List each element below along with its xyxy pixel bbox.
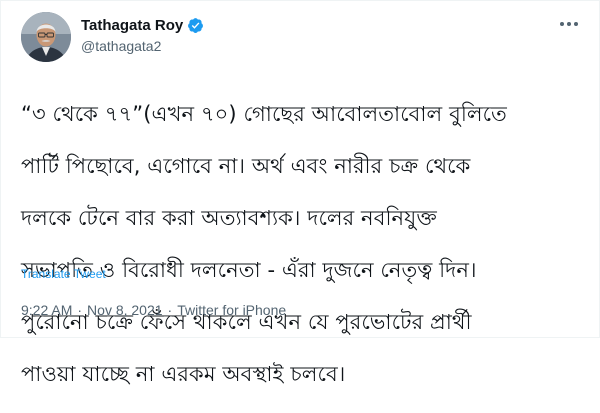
meta-separator: · [77, 302, 83, 318]
tweet-timestamp-date[interactable]: Nov 8, 2021 [87, 302, 163, 318]
tweet-text-line: পাওয়া যাচ্ছে না এরকম অবস্থাই চলবে। [21, 362, 346, 386]
tweet-timestamp-time[interactable]: 9:22 AM [21, 302, 72, 318]
tweet-metadata: 9:22 AM · Nov 8, 2021 · Twitter for iPho… [21, 302, 286, 318]
author-handle[interactable]: @tathagata2 [81, 38, 204, 54]
verified-badge-icon [188, 17, 204, 33]
tweet-card: Tathagata Roy @tathagata2 “৩ থেকে ৭৭”(এখ… [0, 0, 600, 386]
tweet-text-line: সভাপতি ও বিরোধী দলনেতা - এঁরা দুজনে নেতৃ… [21, 258, 477, 282]
more-options-button[interactable] [557, 17, 581, 31]
avatar[interactable] [21, 12, 71, 62]
tweet-source-link[interactable]: Twitter for iPhone [177, 302, 286, 318]
tweet-text-line: “৩ থেকে ৭৭”(এখন ৭০) গোছের আবোলতাবোল বুলি… [21, 102, 507, 126]
translate-tweet-link[interactable]: Translate Tweet [21, 267, 106, 281]
tweet-text-line: দলকে টেনে বার করা অত্যাবশ্যক। দলের নবনিয… [21, 206, 437, 230]
author-name-row: Tathagata Roy [81, 15, 204, 35]
author-block: Tathagata Roy @tathagata2 [81, 15, 204, 54]
tweet-text: “৩ থেকে ৭৭”(এখন ৭০) গোছের আবোলতাবোল বুলি… [21, 75, 591, 413]
meta-separator: · [167, 302, 173, 318]
author-display-name[interactable]: Tathagata Roy [81, 17, 183, 34]
tweet-text-line: পার্টি পিছোবে, এগোবে না। অর্থ এবং নারীর … [21, 154, 471, 178]
more-options-icon [560, 22, 578, 26]
